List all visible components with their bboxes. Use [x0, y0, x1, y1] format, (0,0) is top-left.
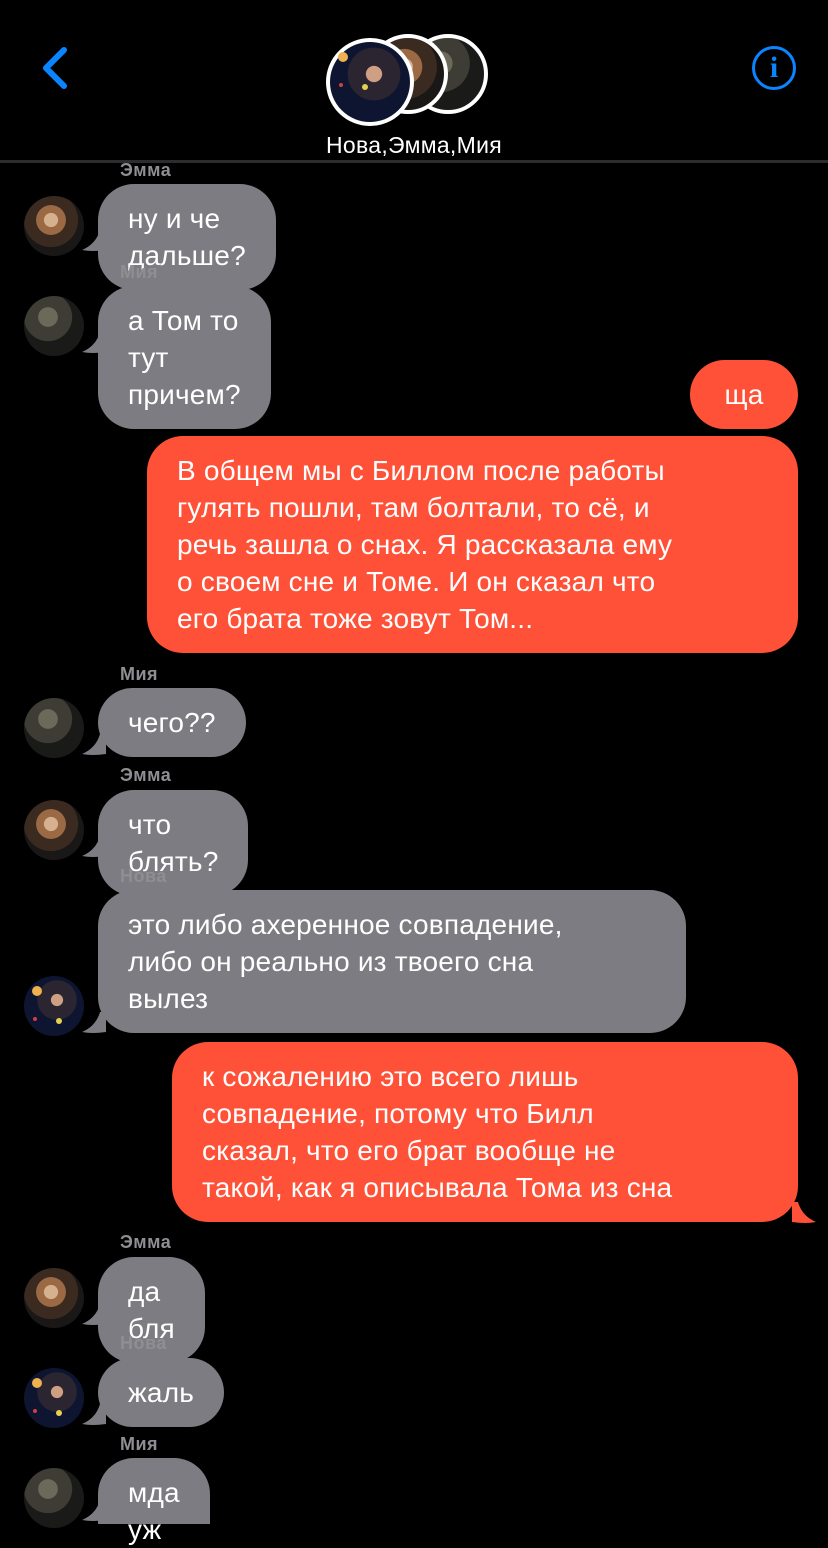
sender-name: Мия — [120, 262, 159, 282]
sender-name: Эмма — [120, 765, 172, 785]
avatar-nova[interactable] — [24, 1368, 84, 1428]
message-bubble[interactable]: жаль — [98, 1358, 225, 1427]
sender-name: Эмма — [120, 1232, 172, 1252]
avatar-miya[interactable] — [24, 698, 84, 758]
avatar-emma[interactable] — [24, 1268, 84, 1328]
avatar-nova[interactable] — [24, 976, 84, 1036]
info-icon[interactable]: i — [752, 46, 796, 90]
message-bubble[interactable]: чего?? — [98, 688, 246, 757]
conversation-title[interactable]: Нова,Эмма,Мия — [0, 132, 828, 159]
bubble-tail — [792, 1202, 816, 1223]
avatar-emma[interactable] — [24, 800, 84, 860]
message-bubble[interactable]: мда уж — [98, 1458, 210, 1545]
sender-name: Нова — [120, 866, 167, 886]
message-bubble[interactable]: В общем мы с Биллом после работы гулять … — [147, 436, 798, 653]
group-avatar-nova[interactable] — [326, 38, 414, 126]
message-bubble[interactable]: а Том то тут причем? — [98, 286, 271, 429]
sender-name: Мия — [120, 1434, 159, 1454]
avatar-miya[interactable] — [24, 1468, 84, 1528]
message-bubble[interactable]: это либо ахеренное совпадение, либо он р… — [98, 890, 686, 1033]
sender-name: Эмма — [120, 160, 172, 180]
message-bubble[interactable]: ща — [690, 360, 798, 429]
chat-header: Нова,Эмма,Мия i — [0, 0, 828, 163]
avatar-miya[interactable] — [24, 296, 84, 356]
sender-name: Нова — [120, 1333, 167, 1353]
message-bubble[interactable]: к сожалению это всего лишь совпадение, п… — [172, 1042, 798, 1222]
avatar-emma[interactable] — [24, 196, 84, 256]
chevron-left-icon[interactable] — [36, 44, 76, 92]
sender-name: Мия — [120, 664, 159, 684]
header-divider — [0, 160, 828, 163]
